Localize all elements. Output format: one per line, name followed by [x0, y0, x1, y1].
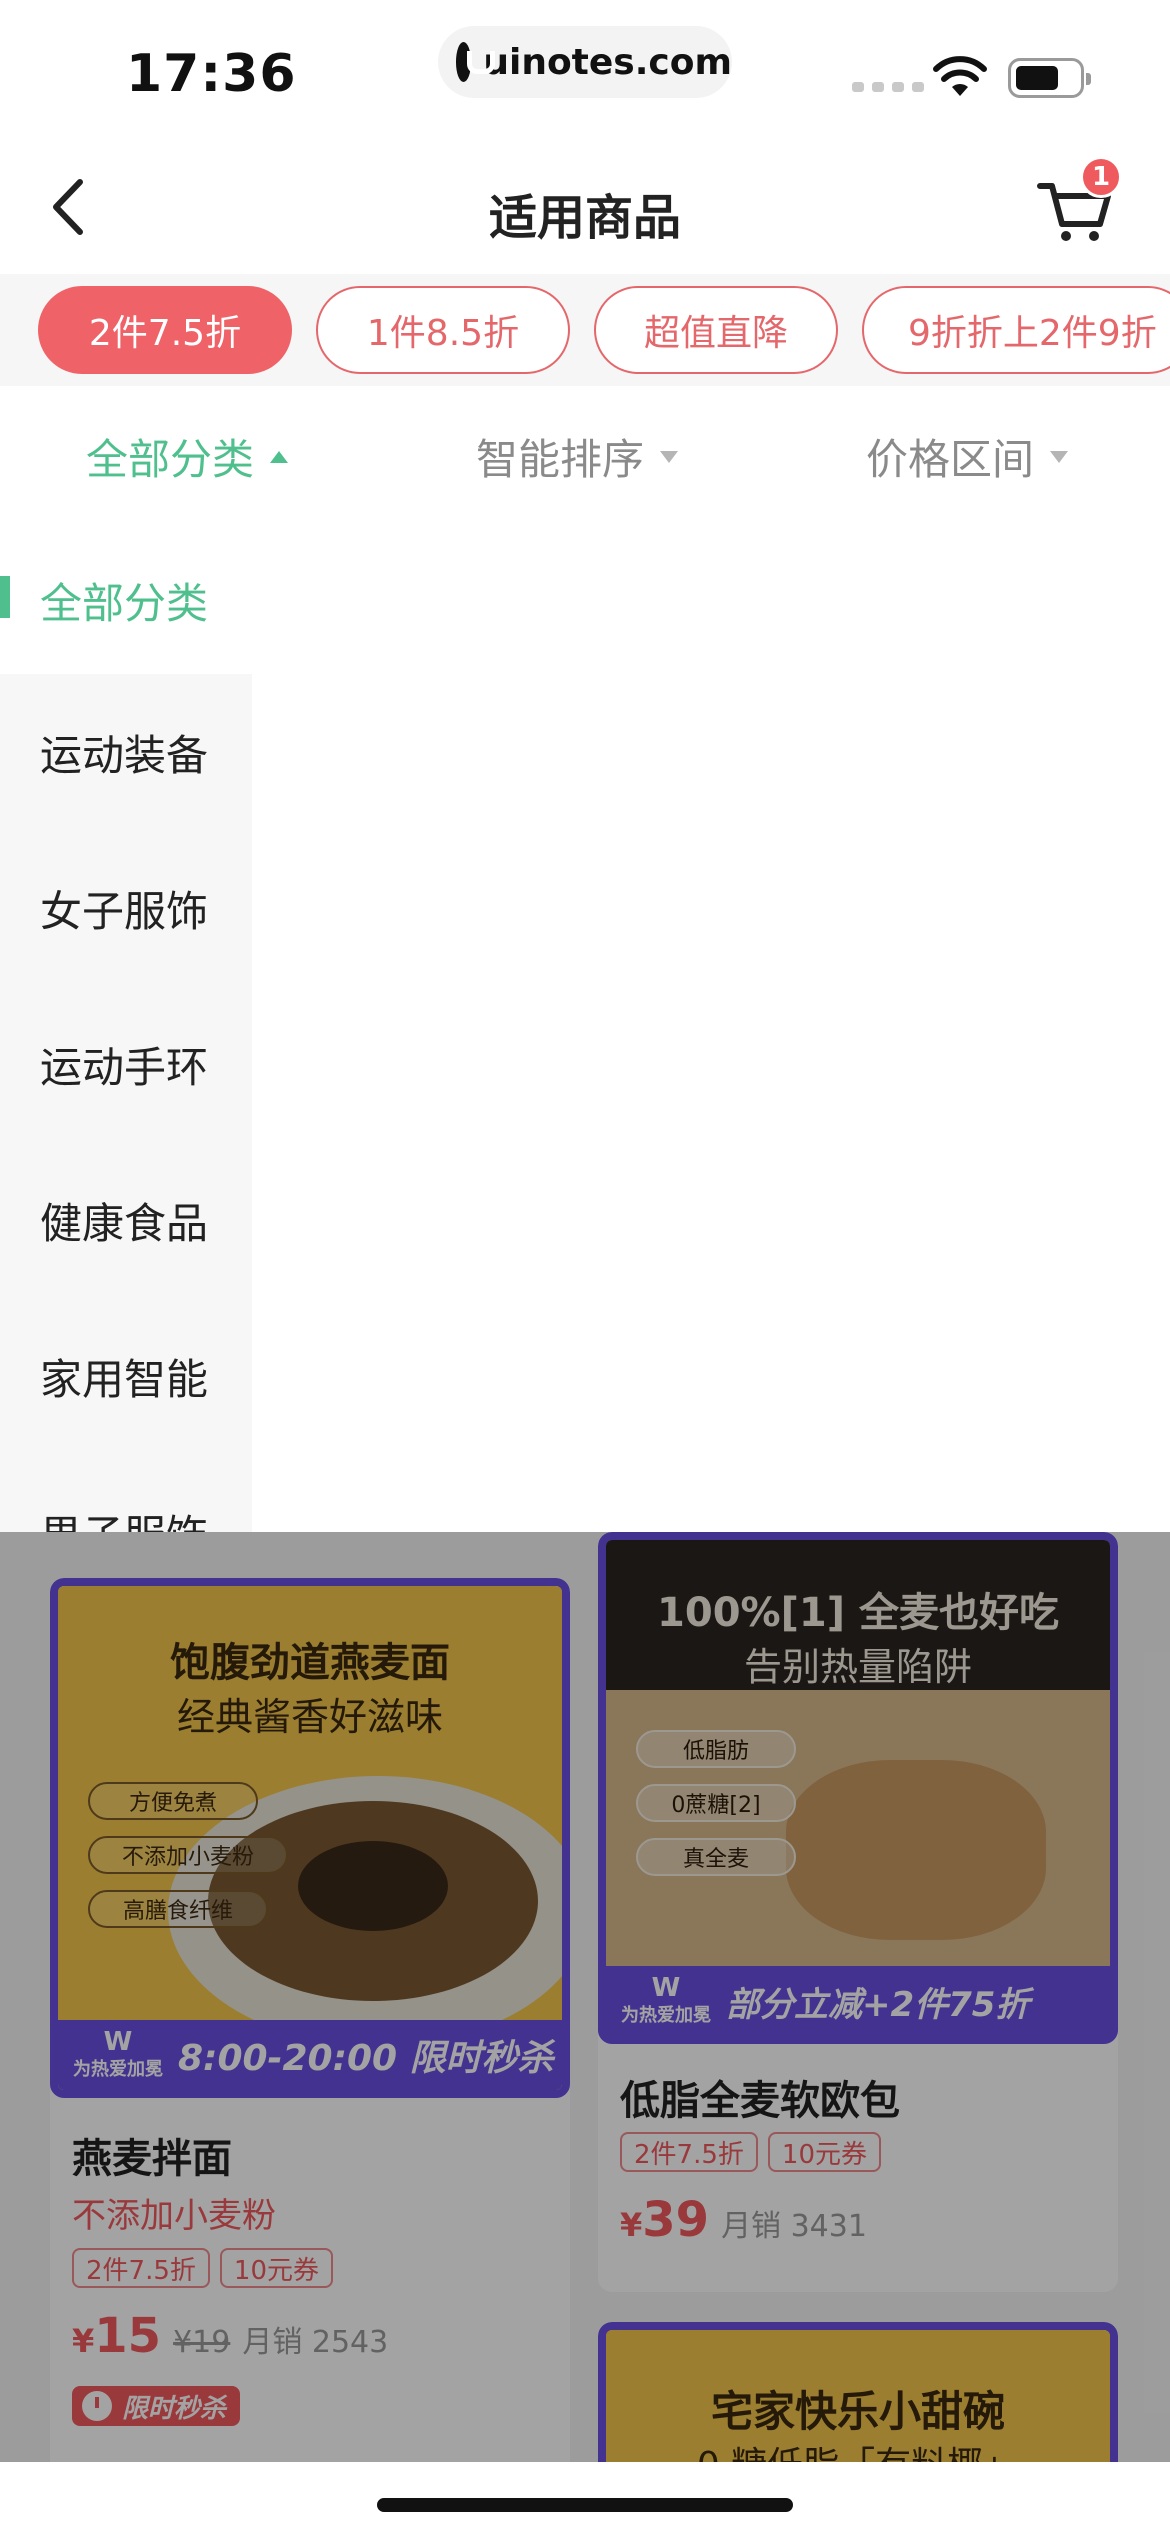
wifi-icon	[933, 56, 987, 96]
category-item[interactable]: 运动手环	[0, 986, 252, 1142]
category-sidebar: 运动装备 女子服饰 运动手环 健康食品 家用智能 男子服饰	[0, 674, 252, 1532]
filter-label: 价格区间	[866, 435, 1035, 484]
nav-bar: 适用商品 1	[0, 140, 1170, 274]
selected-indicator	[0, 576, 10, 618]
category-item[interactable]: 女子服饰	[0, 830, 252, 986]
filter-price[interactable]: 价格区间	[866, 426, 1069, 487]
status-time: 17:36	[126, 44, 297, 104]
promo-chip-row: 2件7.5折 1件8.5折 超值直降 9折折上2件9折	[0, 274, 1170, 386]
status-bar: 17:36 uinotes.com	[0, 0, 1170, 140]
caret-up-icon	[270, 450, 289, 463]
promo-chip[interactable]: 超值直降	[594, 286, 838, 374]
url-pill[interactable]: uinotes.com	[438, 26, 732, 98]
filter-label: 全部分类	[86, 435, 255, 484]
url-text: uinotes.com	[483, 41, 732, 83]
filter-category[interactable]: 全部分类	[86, 426, 289, 487]
cart-badge: 1	[1080, 156, 1122, 198]
promo-chip[interactable]: 1件8.5折	[316, 286, 570, 374]
cellular-signal-icon	[852, 82, 924, 92]
battery-icon	[1008, 58, 1091, 98]
filter-label: 智能排序	[476, 435, 645, 484]
subcategory-panel	[252, 674, 1170, 1532]
dropdown-backdrop[interactable]	[0, 1532, 1170, 2462]
page-title: 适用商品	[488, 190, 681, 246]
category-item[interactable]: 家用智能	[0, 1298, 252, 1454]
promo-chip[interactable]: 9折折上2件9折	[862, 286, 1170, 374]
home-indicator-area	[0, 2462, 1170, 2532]
category-selected-label: 全部分类	[40, 579, 209, 628]
category-item[interactable]: 运动装备	[0, 674, 252, 830]
caret-down-icon	[1050, 450, 1069, 463]
filter-sort[interactable]: 智能排序	[476, 426, 679, 487]
category-all-row[interactable]: 全部分类	[0, 518, 1170, 674]
home-indicator[interactable]	[377, 2498, 793, 2512]
category-item[interactable]: 健康食品	[0, 1142, 252, 1298]
filter-bar: 全部分类 智能排序 价格区间	[0, 386, 1170, 518]
caret-down-icon	[660, 450, 679, 463]
site-logo-icon	[456, 42, 496, 82]
promo-chip[interactable]: 2件7.5折	[38, 286, 292, 374]
category-item[interactable]: 男子服饰	[0, 1454, 252, 1533]
